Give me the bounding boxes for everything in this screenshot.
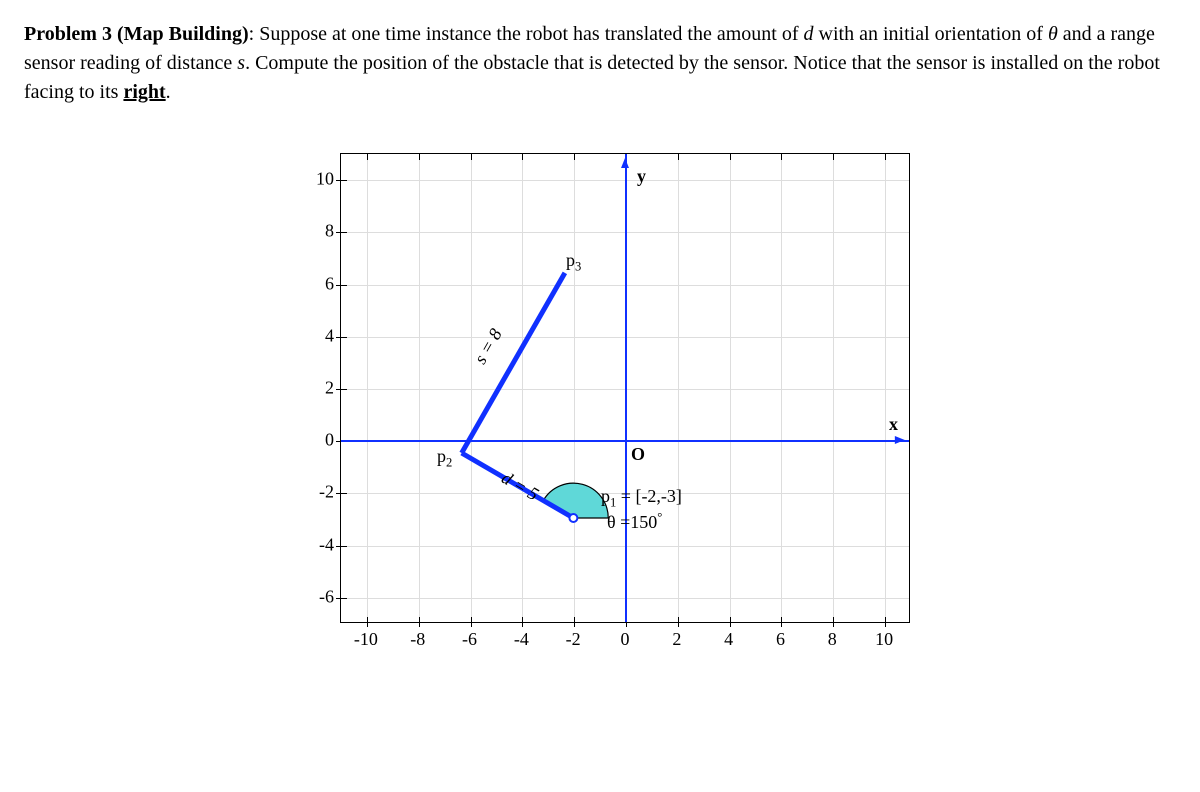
text: . [166, 81, 171, 103]
xtick: -6 [450, 629, 490, 650]
ytick: 6 [294, 273, 334, 294]
xtick: -8 [398, 629, 438, 650]
x-axis [341, 440, 909, 442]
xtick: 4 [709, 629, 749, 650]
var-d: d [804, 23, 814, 45]
right-underlined: right [123, 81, 165, 103]
p1-label: p1 = [-2,-3] [601, 486, 682, 511]
x-axis-label: x [889, 414, 898, 435]
segment-s [462, 273, 565, 453]
segment-d-label: d = 5 [498, 467, 542, 505]
angle-sector-icon [543, 483, 608, 518]
xtick: 0 [605, 629, 645, 650]
problem-label: Problem 3 (Map Building) [24, 23, 249, 45]
ytick: 0 [294, 430, 334, 451]
p3-label: p3 [566, 250, 581, 275]
xtick: -4 [501, 629, 541, 650]
xtick: 8 [812, 629, 852, 650]
theta-label: θ =150° [607, 510, 662, 533]
origin-label: O [631, 444, 645, 465]
ytick: 10 [294, 169, 334, 190]
problem-statement: Problem 3 (Map Building): Suppose at one… [24, 20, 1176, 107]
chart: y x O p2 p3 p1 = [-2,-3] θ =150° d = 5 s [280, 143, 920, 653]
y-axis [625, 154, 627, 622]
xtick: 10 [864, 629, 904, 650]
y-axis-label: y [637, 166, 646, 187]
ytick: 2 [294, 378, 334, 399]
xtick: 2 [657, 629, 697, 650]
plot-area: y x O p2 p3 p1 = [-2,-3] θ =150° d = 5 s [340, 153, 910, 623]
text: with an initial orientation of [814, 23, 1048, 45]
var-theta: θ [1048, 23, 1058, 45]
xtick: -2 [553, 629, 593, 650]
ytick: -2 [294, 482, 334, 503]
xtick: 6 [760, 629, 800, 650]
p2-label: p2 [437, 446, 452, 471]
var-s: s [237, 52, 245, 74]
ytick: 8 [294, 221, 334, 242]
text: : Suppose at one time instance the robot… [249, 23, 804, 45]
ytick: 4 [294, 325, 334, 346]
segment-s-label: s = 8 [470, 325, 507, 368]
ytick: -4 [294, 534, 334, 555]
xtick: -10 [346, 629, 386, 650]
ytick: -6 [294, 586, 334, 607]
